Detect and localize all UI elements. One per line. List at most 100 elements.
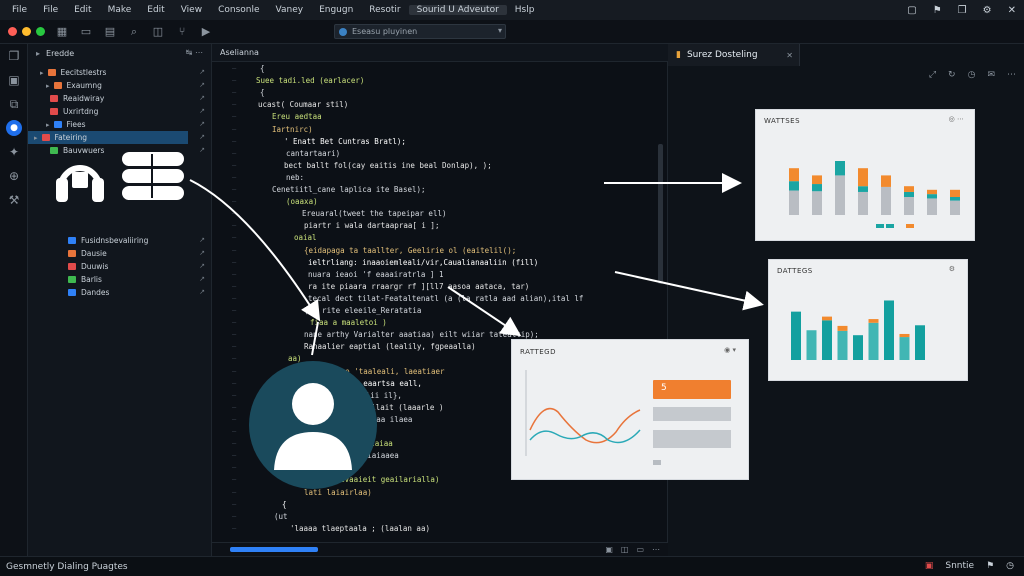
code-line[interactable]: Ranaalier eaptial (lealily, fgpeaalla): [304, 342, 476, 354]
source-control-icon[interactable]: ⧉: [0, 92, 28, 116]
menu-item[interactable]: Make: [100, 5, 140, 15]
code-line[interactable]: {: [282, 500, 287, 512]
sidebar-item[interactable]: Barlis: [28, 273, 206, 286]
line-gutter[interactable]: —: [232, 221, 244, 229]
code-line[interactable]: (ta aaletialaaalii il},: [298, 391, 402, 403]
line-gutter[interactable]: —: [232, 209, 244, 217]
files-icon[interactable]: ▣: [0, 68, 28, 92]
code-line[interactable]: nuara ieaoi 'f eaaairatrla ] 1: [308, 270, 443, 282]
chevron-icon[interactable]: ▸: [40, 69, 44, 77]
code-line[interactable]: aa): [288, 354, 302, 366]
code-line[interactable]: Bvolpavaalec iarlaiaa: [298, 439, 393, 451]
line-gutter[interactable]: —: [232, 173, 244, 181]
explorer-tools-icon[interactable]: ↹ ⋯: [186, 48, 203, 57]
chevron-icon[interactable]: ▸: [46, 121, 50, 129]
line-gutter[interactable]: —: [232, 439, 244, 447]
line-gutter[interactable]: —: [232, 512, 244, 520]
menu-item[interactable]: Vaney: [268, 5, 312, 15]
code-line[interactable]: piartr i wala dartaapraa[ i ];: [304, 221, 439, 233]
expand-icon[interactable]: ⤢: [929, 70, 936, 80]
open-icon[interactable]: ↗: [199, 249, 205, 257]
menu-item[interactable]: Resotir: [361, 5, 408, 15]
line-gutter[interactable]: —: [232, 318, 244, 326]
close-icon[interactable]: ✕: [1008, 5, 1016, 16]
line-gutter[interactable]: —: [232, 330, 244, 338]
horizontal-scrollbar[interactable]: [230, 547, 318, 552]
sidebar-item[interactable]: Duuwis: [28, 260, 206, 273]
code-line[interactable]: (Ia rite eleeile_Reratatia: [304, 306, 421, 318]
open-icon[interactable]: ↗: [199, 262, 205, 270]
open-icon[interactable]: ↗: [199, 120, 205, 128]
settings-icon[interactable]: ⚙: [983, 5, 992, 16]
ellipsis-icon[interactable]: ⋯: [1007, 70, 1016, 80]
code-line[interactable]: tecal dect tilat-Feataltenatl (a (la rat…: [308, 294, 583, 306]
line-gutter[interactable]: —: [232, 524, 244, 532]
code-line[interactable]: ieltrliang: inaaoiemleali/vir,Caualianaa…: [308, 258, 538, 270]
line-gutter[interactable]: —: [232, 270, 244, 278]
line-gutter[interactable]: —: [232, 64, 244, 72]
line-gutter[interactable]: —: [232, 367, 244, 375]
list-bar-2[interactable]: [653, 430, 731, 448]
sidebar-item[interactable]: ▸ Fateiring: [28, 131, 188, 144]
open-icon[interactable]: ↗: [199, 81, 205, 89]
code-line[interactable]: (ut: [274, 512, 288, 524]
editor-tab[interactable]: Aselianna: [212, 44, 668, 62]
feedback-icon[interactable]: ◷: [1006, 561, 1014, 571]
menu-item[interactable]: View: [173, 5, 210, 15]
line-gutter[interactable]: —: [232, 488, 244, 496]
sidebar-item[interactable]: ▸ Fiees: [28, 118, 206, 131]
line-gutter[interactable]: —: [232, 112, 244, 120]
code-line[interactable]: ra ite piaara rraargr rf ][ll7 aasoa aat…: [308, 282, 529, 294]
search-icon[interactable]: ⌕: [127, 25, 141, 39]
command-search-box[interactable]: Eseasu pluyinen ▾: [334, 24, 506, 39]
code-line[interactable]: {: [260, 88, 265, 100]
code-line[interactable]: neb:: [286, 173, 304, 185]
line-gutter[interactable]: —: [232, 463, 244, 471]
code-line[interactable]: (Raaleatine aeilait (laaarle ): [308, 403, 443, 415]
line-gutter[interactable]: —: [232, 354, 244, 362]
list-bar-1[interactable]: [653, 407, 731, 421]
minimize-dot[interactable]: [22, 27, 31, 36]
line-gutter[interactable]: —: [232, 475, 244, 483]
line-gutter[interactable]: —: [232, 161, 244, 169]
menu-item[interactable]: Engugn: [311, 5, 361, 15]
open-icon[interactable]: ↗: [199, 288, 205, 296]
split-icon[interactable]: ◫: [621, 545, 629, 554]
bell-icon[interactable]: ⚑: [933, 5, 942, 16]
line-gutter[interactable]: —: [232, 294, 244, 302]
code-line[interactable]: aaaeee: e enillaaa ilaea: [304, 415, 412, 427]
refresh-icon[interactable]: ↻: [948, 70, 956, 80]
maximize-dot[interactable]: [36, 27, 45, 36]
mail-icon[interactable]: ✉: [987, 70, 995, 80]
primary-action-button[interactable]: 5: [653, 380, 731, 399]
status-right-text[interactable]: Snntie: [945, 561, 974, 571]
sidebar-item[interactable]: ▸ Exaumng: [28, 79, 206, 92]
code-line[interactable]: Suee tadi.led (earlacer): [256, 76, 364, 88]
chevron-icon[interactable]: ▸: [36, 49, 40, 58]
history-icon[interactable]: ◷: [968, 70, 976, 80]
code-line[interactable]: Cenaarce re 'taaleali, laeatiaer: [300, 367, 445, 379]
chart-card-1[interactable]: WATTSES ◎ ⋯: [755, 109, 975, 241]
menu-item[interactable]: Hslp: [507, 5, 543, 15]
sidebar-item[interactable]: Bauvwuers: [28, 144, 206, 157]
line-gutter[interactable]: —: [232, 282, 244, 290]
sidebar-item[interactable]: Uxrirtdng: [28, 105, 206, 118]
menu-item[interactable]: Sourid U Adveutor: [408, 5, 507, 15]
menu-item[interactable]: File: [4, 5, 35, 15]
line-gutter[interactable]: —: [232, 403, 244, 411]
code-line[interactable]: {eidapaga ta taallter, Geelirie ol (eait…: [304, 246, 516, 258]
window-icon[interactable]: ▭: [79, 25, 93, 39]
line-gutter[interactable]: —: [232, 125, 244, 133]
line-gutter[interactable]: —: [232, 197, 244, 205]
line-gutter[interactable]: —: [232, 185, 244, 193]
sidebar-item[interactable]: Fusidnsbevaliiring: [28, 234, 206, 247]
code-line[interactable]: ucast( Coumaar stil): [258, 100, 348, 112]
code-line[interactable]: ' Enatt Bet Cuntras Bratl);: [284, 137, 406, 149]
more-icon[interactable]: ⋯: [652, 545, 660, 554]
chevron-icon[interactable]: ▸: [34, 134, 38, 142]
chart-card-2[interactable]: DATTEGS ⚙: [768, 259, 968, 381]
sidebar-item[interactable]: Reaidwiray: [28, 92, 206, 105]
code-line[interactable]: (ctaraalarsa);: [304, 427, 367, 439]
terminal-icon[interactable]: ▭: [636, 545, 644, 554]
menu-item[interactable]: Edit: [66, 5, 99, 15]
